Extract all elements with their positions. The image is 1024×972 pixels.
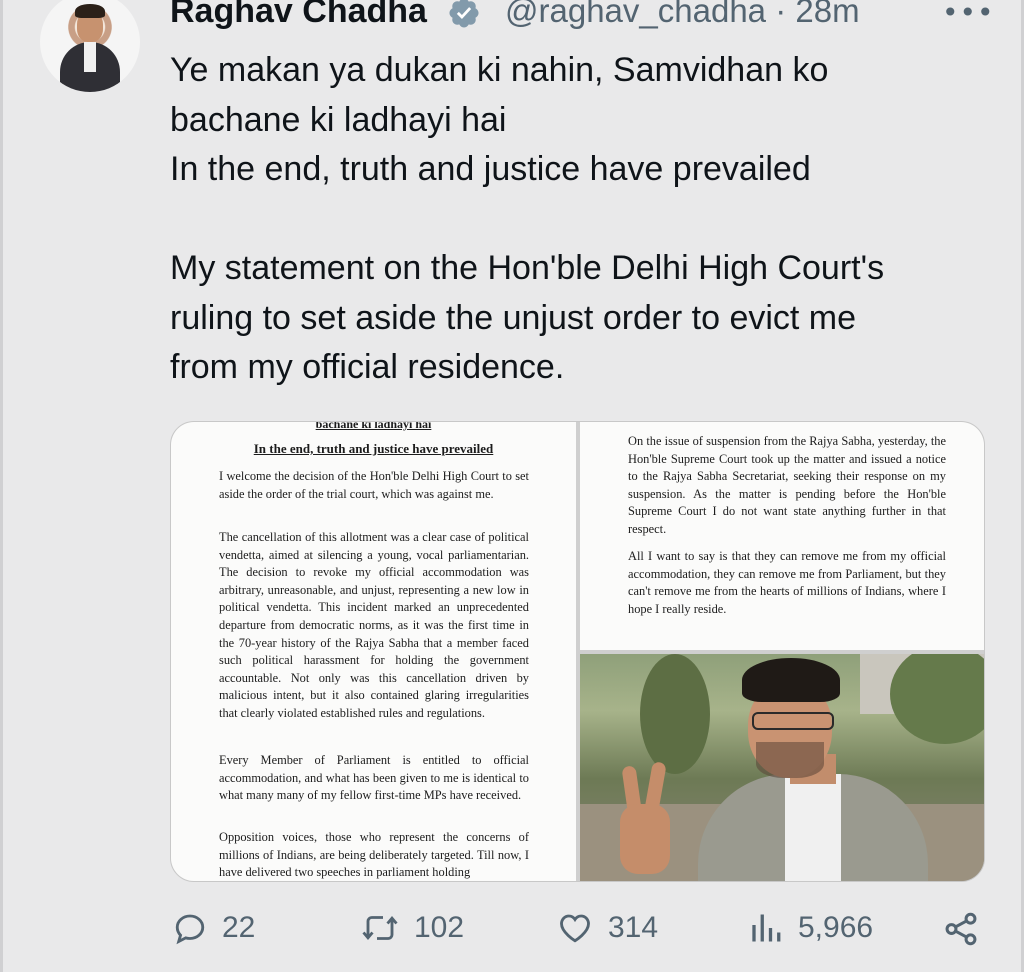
share-icon [945,912,977,946]
tweet-line: bachane ki ladhayi hai [170,100,507,139]
repost-button[interactable]: 102 [360,910,464,946]
views-button[interactable]: 5,966 [748,910,873,946]
photo-tree [640,654,710,774]
statement-paragraph: Opposition voices, those who represent t… [219,830,529,880]
avatar-hair [75,4,105,18]
tweet-line: ruling to set aside the unjust order to … [170,298,857,337]
portrait-photo[interactable] [580,654,984,881]
tweet-screen: Raghav Chadha @raghav_chadha · 28m ••• Y… [0,0,1024,972]
left-edge [0,0,3,972]
photo-tree [890,654,984,744]
statement-paragraph: On the issue of suspension from the Rajy… [628,434,946,536]
statement-page-left[interactable]: bachane ki ladhayi hai In the end, truth… [171,422,576,881]
media-collage[interactable]: bachane ki ladhayi hai In the end, truth… [170,421,985,882]
statement-paragraph: Every Member of Parliament is entitled t… [219,753,529,803]
repost-icon [362,916,398,940]
repost-count: 102 [414,911,465,944]
avatar-shirt [84,42,96,72]
photo-glasses [752,712,834,730]
statement-paragraph: The cancellation of this allotment was a… [219,530,529,720]
like-button[interactable]: 314 [556,910,658,946]
photo-shirt [785,774,841,881]
more-options-icon[interactable]: ••• [942,0,995,29]
like-count: 314 [608,911,659,944]
tweet-text: Ye makan ya dukan ki nahin, Samvidhan ko… [170,46,990,393]
tweet-line: My statement on the Hon'ble Delhi High C… [170,249,885,287]
author-name[interactable]: Raghav Chadha [170,0,427,31]
views-icon [752,914,781,942]
reply-button[interactable]: 22 [172,910,255,946]
action-bar: 22 102 314 5,966 [0,910,1024,960]
statement-paragraph: I welcome the decision of the Hon'ble De… [219,469,529,501]
avatar[interactable] [40,0,140,92]
author-handle[interactable]: @raghav_chadha [505,0,766,29]
tweet-line: In the end, truth and justice have preva… [170,150,811,188]
verified-badge-icon [449,0,479,28]
heart-icon [560,914,590,943]
reply-count: 22 [222,911,256,944]
photo-beard [756,742,824,778]
statement-cut-heading: bachane ki ladhayi hai [315,421,432,431]
post-time[interactable]: 28m [795,0,859,29]
photo-hand [620,804,670,874]
reply-icon [175,914,205,945]
author-handle-time[interactable]: @raghav_chadha · 28m [505,0,860,30]
statement-page-right[interactable]: On the issue of suspension from the Rajy… [580,422,984,650]
statement-paragraph: All I want to say is that they can remov… [628,549,946,616]
tweet-line: from my official residence. [170,348,565,386]
statement-subheading: In the end, truth and justice have preva… [253,441,494,456]
photo-hair [742,658,840,702]
views-count: 5,966 [798,911,874,944]
tweet-line: Ye makan ya dukan ki nahin, Samvidhan ko [170,51,829,89]
share-button[interactable] [942,910,980,948]
separator-dot: · [775,0,787,29]
